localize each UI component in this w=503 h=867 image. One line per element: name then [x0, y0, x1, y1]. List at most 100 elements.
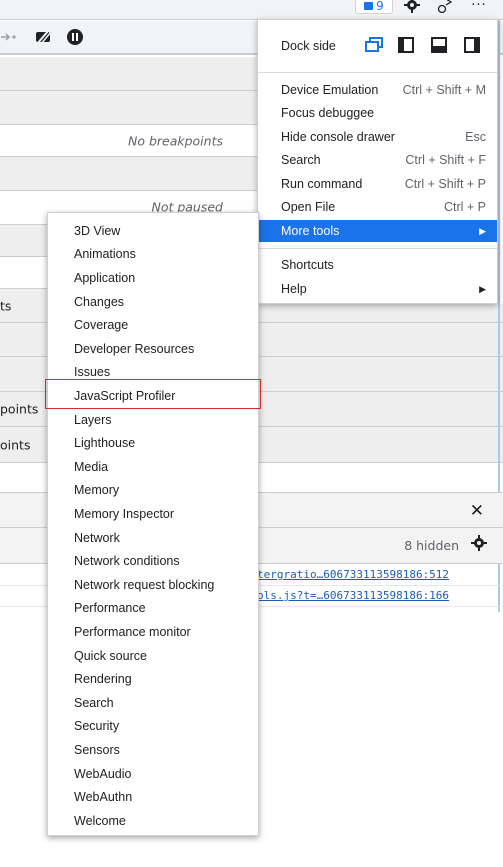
menu-item-hide-console-drawer[interactable]: Hide console drawer Esc	[258, 126, 497, 148]
menu-item-open-file[interactable]: Open File Ctrl + P	[258, 196, 497, 218]
submenu-item-network-conditions[interactable]: Network conditions	[48, 549, 258, 573]
menu-item-label: Hide console drawer	[281, 130, 395, 144]
submenu-item-label: Performance monitor	[74, 624, 191, 639]
menu-item-focus-debuggee[interactable]: Focus debuggee	[258, 102, 497, 124]
menu-separator	[258, 248, 497, 249]
submenu-item-label: Welcome	[74, 813, 126, 828]
submenu-item-label: Search	[74, 695, 114, 710]
submenu-item-label: WebAuthn	[74, 790, 133, 805]
submenu-item-webaudio[interactable]: WebAudio	[48, 762, 258, 786]
menu-item-shortcuts[interactable]: Shortcuts	[258, 254, 497, 276]
submenu-item-layers[interactable]: Layers	[48, 408, 258, 432]
menu-item-label: Run command	[281, 177, 363, 191]
right-pane-area	[257, 427, 503, 463]
deactivate-breakpoints-icon[interactable]	[34, 28, 52, 46]
close-drawer-icon[interactable]: ✕	[470, 501, 484, 521]
no-breakpoints-text: No breakpoints	[127, 133, 223, 148]
dock-right-icon[interactable]	[464, 37, 482, 53]
feedback-icon[interactable]	[436, 0, 454, 14]
dock-bottom-icon[interactable]	[431, 37, 449, 53]
settings-gear-icon[interactable]	[403, 0, 421, 14]
right-pane-area	[257, 323, 503, 357]
submenu-item-label: WebAudio	[74, 766, 132, 781]
submenu-item-media[interactable]: Media	[48, 455, 258, 479]
submenu-item-performance-monitor[interactable]: Performance monitor	[48, 620, 258, 644]
submenu-item-label: Quick source	[74, 648, 147, 663]
submenu-item-memory-inspector[interactable]: Memory Inspector	[48, 502, 258, 526]
hidden-messages-count: 8 hidden	[404, 538, 459, 553]
submenu-item-label: Memory	[74, 483, 120, 498]
dock-left-icon[interactable]	[398, 37, 416, 53]
sidebar-pane-header[interactable]	[0, 57, 257, 91]
pane-label: oints	[0, 437, 31, 452]
step-icon[interactable]	[0, 28, 18, 46]
submenu-item-label: Layers	[74, 412, 112, 427]
submenu-item-welcome[interactable]: Welcome	[48, 809, 258, 833]
pause-on-exceptions-icon[interactable]	[66, 28, 84, 46]
menu-item-label: Device Emulation	[281, 83, 379, 97]
submenu-item-coverage[interactable]: Coverage	[48, 313, 258, 337]
sidebar-pane-header[interactable]	[0, 91, 257, 125]
menu-item-shortcut: Esc	[465, 130, 486, 144]
submenu-item-animations[interactable]: Animations	[48, 243, 258, 267]
more-options-icon[interactable]: ···	[470, 0, 488, 14]
source-link[interactable]: ols.js?t=…606733113598186:166	[257, 589, 449, 602]
more-tools-submenu: 3D View Animations Application Changes Cover…	[47, 212, 259, 836]
submenu-item-label: Network	[74, 530, 120, 545]
menu-item-shortcut: Ctrl + Shift + F	[405, 153, 486, 167]
menu-item-search[interactable]: Search Ctrl + Shift + F	[258, 149, 497, 171]
submenu-item-label: Network request blocking	[74, 577, 215, 592]
submenu-item-network-request-blocking[interactable]: Network request blocking	[48, 573, 258, 597]
right-pane-area	[257, 463, 503, 492]
submenu-item-label: Lighthouse	[74, 436, 136, 451]
menu-separator	[258, 72, 497, 73]
devtools-top-toolbar: 9 ···	[0, 0, 503, 20]
right-pane-area	[257, 304, 503, 323]
issues-counter-button[interactable]: 9	[355, 0, 393, 14]
menu-item-help[interactable]: Help ▶	[258, 278, 497, 300]
submenu-item-label: Performance	[74, 601, 146, 616]
submenu-item-label: Network conditions	[74, 554, 180, 569]
menu-item-label: Search	[281, 153, 321, 167]
right-pane-area	[257, 357, 503, 392]
submenu-item-lighthouse[interactable]: Lighthouse	[48, 431, 258, 455]
undock-icon[interactable]	[365, 37, 383, 53]
submenu-item-label: Developer Resources	[74, 341, 195, 356]
dock-side-label: Dock side	[281, 39, 336, 53]
submenu-item-search[interactable]: Search	[48, 691, 258, 715]
menu-item-run-command[interactable]: Run command Ctrl + Shift + P	[258, 173, 497, 195]
submenu-item-webauthn[interactable]: WebAuthn	[48, 785, 258, 809]
submenu-item-label: Memory Inspector	[74, 506, 175, 521]
source-link[interactable]: tergratio…606733113598186:512	[257, 568, 449, 581]
submenu-item-developer-resources[interactable]: Developer Resources	[48, 337, 258, 361]
submenu-item-rendering[interactable]: Rendering	[48, 667, 258, 691]
right-pane-area	[257, 392, 503, 427]
pane-label: points	[0, 401, 39, 417]
breakpoints-pane: No breakpoints	[0, 125, 257, 157]
submenu-item-label: Animations	[74, 247, 136, 262]
submenu-item-quick-source[interactable]: Quick source	[48, 644, 258, 668]
menu-item-shortcut: Ctrl + P	[443, 200, 486, 214]
submenu-item-label: Rendering	[74, 672, 132, 687]
console-settings-gear-icon[interactable]	[471, 535, 487, 555]
menu-item-more-tools[interactable]: More tools ▶	[258, 220, 497, 242]
customize-devtools-menu: Dock side Device Emulation Ctrl + Shift …	[257, 19, 498, 304]
submenu-item-label: Application	[74, 270, 136, 285]
submenu-item-changes[interactable]: Changes	[48, 290, 258, 314]
submenu-item-sensors[interactable]: Sensors	[48, 738, 258, 762]
submenu-item-application[interactable]: Application	[48, 266, 258, 290]
menu-item-device-emulation[interactable]: Device Emulation Ctrl + Shift + M	[258, 79, 497, 101]
submenu-item-memory[interactable]: Memory	[48, 479, 258, 503]
annotation-highlight-box	[45, 379, 261, 409]
menu-item-shortcut: Ctrl + Shift + M	[402, 83, 486, 97]
submenu-item-security[interactable]: Security	[48, 715, 258, 739]
pane-label: ts	[0, 298, 12, 313]
menu-item-label: Shortcuts	[281, 258, 334, 272]
sidebar-pane-header[interactable]	[0, 157, 257, 191]
submenu-item-3d-view[interactable]: 3D View	[48, 219, 258, 243]
submenu-item-label: Security	[74, 719, 120, 734]
submenu-item-performance[interactable]: Performance	[48, 597, 258, 621]
menu-item-label: Help	[281, 282, 307, 296]
submenu-item-network[interactable]: Network	[48, 526, 258, 550]
submenu-item-label: Changes	[74, 294, 125, 309]
